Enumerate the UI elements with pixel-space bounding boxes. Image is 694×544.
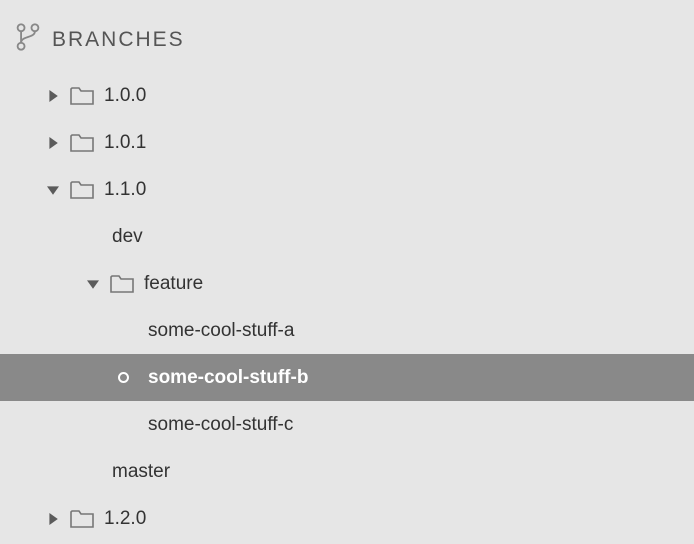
chevron-right-icon[interactable] [44, 134, 62, 152]
branch-label: some-cool-stuff-c [146, 414, 293, 436]
folder-row-feature[interactable]: feature [0, 260, 694, 307]
folder-icon [70, 86, 94, 106]
current-branch-indicator-icon [118, 372, 129, 383]
chevron-right-icon[interactable] [44, 87, 62, 105]
folder-row-1-0-0[interactable]: 1.0.0 [0, 72, 694, 119]
chevron-right-icon[interactable] [44, 510, 62, 528]
folder-label: feature [142, 273, 203, 295]
branch-row-master[interactable]: master [0, 448, 694, 495]
folder-label: 1.2.0 [102, 508, 146, 530]
branch-label: dev [110, 226, 143, 248]
folder-row-1-0-1[interactable]: 1.0.1 [0, 119, 694, 166]
branches-title: Branches [52, 28, 185, 52]
branch-icon [14, 22, 42, 58]
branch-label: some-cool-stuff-a [146, 320, 294, 342]
folder-row-1-1-0[interactable]: 1.1.0 [0, 166, 694, 213]
folder-icon [70, 509, 94, 529]
folder-label: 1.0.0 [102, 85, 146, 107]
chevron-down-icon[interactable] [84, 275, 102, 293]
folder-label: 1.1.0 [102, 179, 146, 201]
branch-row-dev[interactable]: dev [0, 213, 694, 260]
folder-icon [110, 274, 134, 294]
branch-row-some-cool-stuff-b[interactable]: some-cool-stuff-b [0, 354, 694, 401]
branches-header: Branches [0, 14, 694, 72]
branch-label: master [110, 461, 170, 483]
branch-label: some-cool-stuff-b [146, 367, 308, 389]
folder-row-1-2-0[interactable]: 1.2.0 [0, 495, 694, 542]
folder-label: 1.0.1 [102, 132, 146, 154]
folder-icon [70, 133, 94, 153]
folder-icon [70, 180, 94, 200]
branch-row-some-cool-stuff-a[interactable]: some-cool-stuff-a [0, 307, 694, 354]
branch-row-some-cool-stuff-c[interactable]: some-cool-stuff-c [0, 401, 694, 448]
chevron-down-icon[interactable] [44, 181, 62, 199]
